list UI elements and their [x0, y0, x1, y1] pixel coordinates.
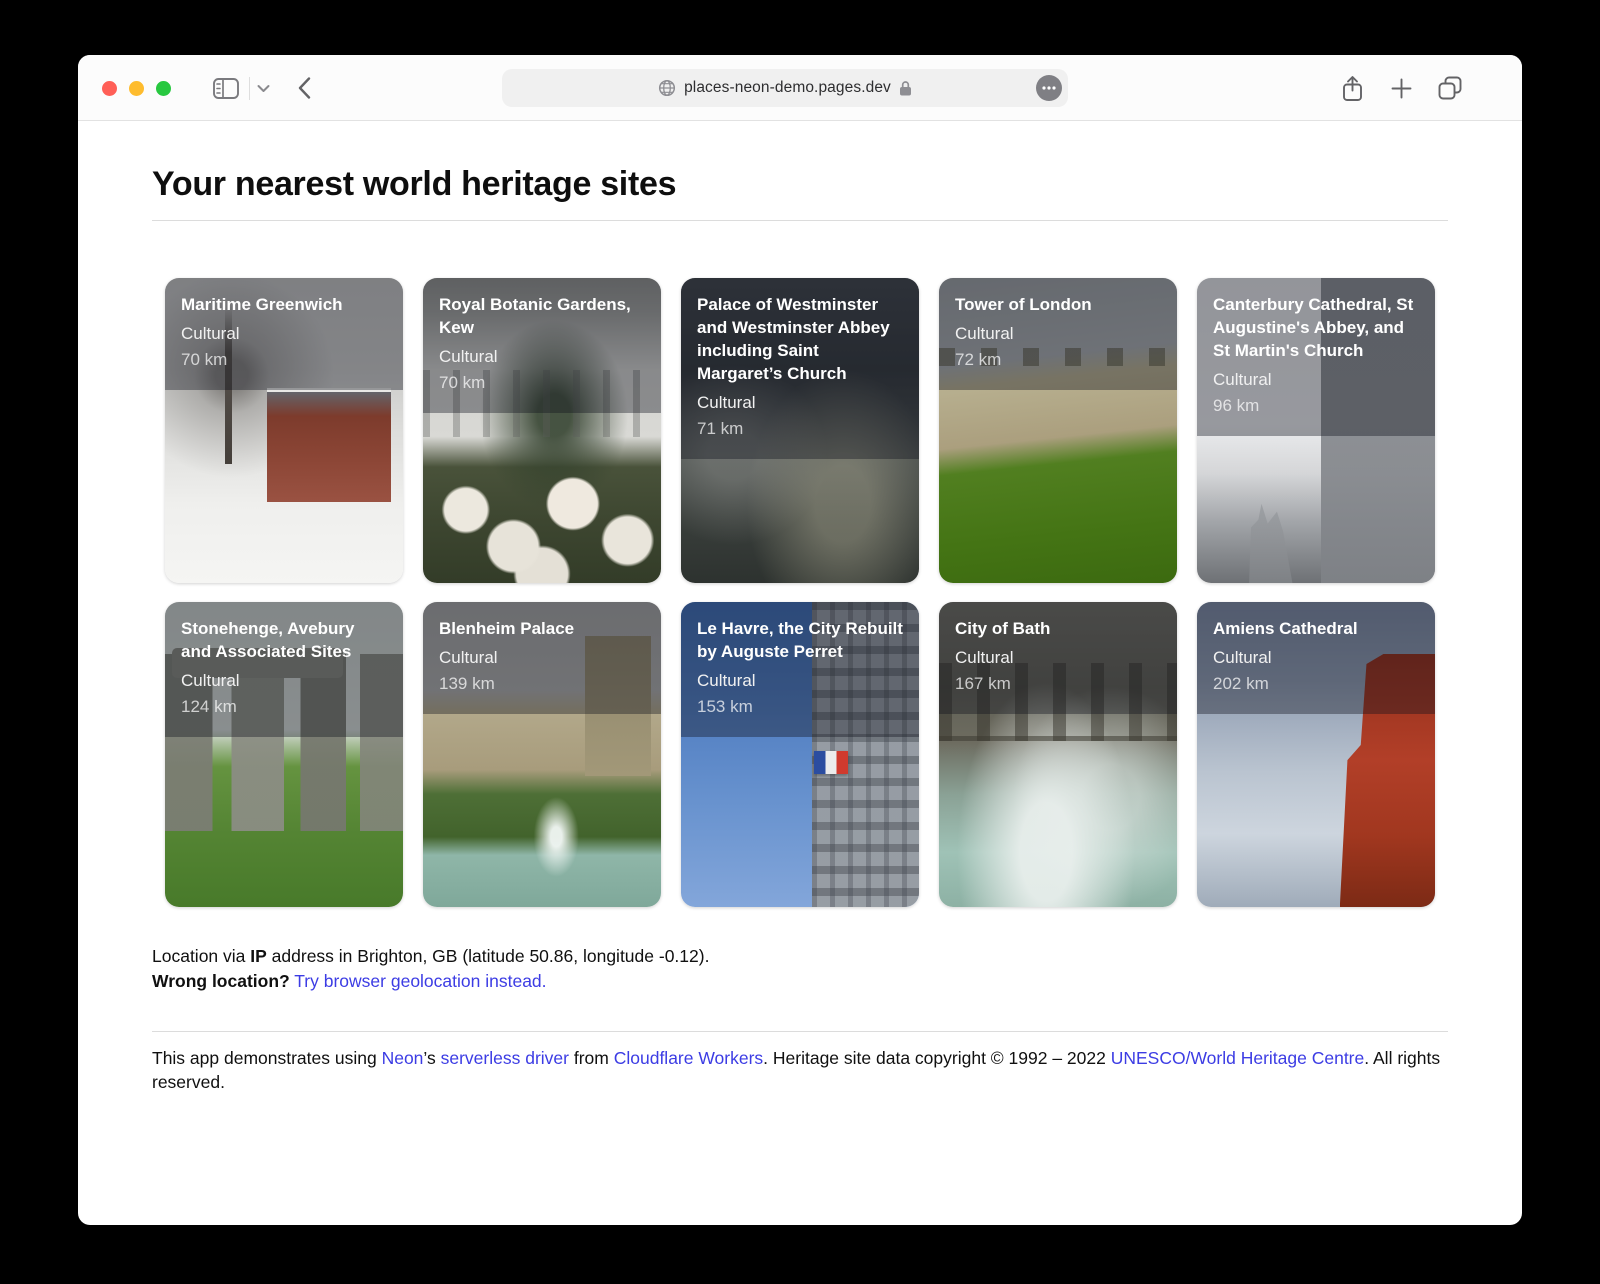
url-text: places-neon-demo.pages.dev [684, 79, 891, 97]
browser-window: places-neon-demo.pages.dev [78, 55, 1522, 1225]
heritage-card-maritime-greenwich[interactable]: Maritime Greenwich Cultural 70 km [165, 278, 403, 583]
back-button[interactable] [293, 55, 315, 121]
card-overlay: Maritime Greenwich Cultural 70 km [165, 278, 403, 390]
card-overlay: Tower of London Cultural 72 km [939, 278, 1177, 390]
site-distance: 139 km [439, 671, 645, 697]
site-title: Maritime Greenwich [181, 293, 387, 316]
sidebar-icon[interactable] [211, 55, 241, 121]
close-window-button[interactable] [102, 81, 117, 96]
site-category: Cultural [1213, 367, 1419, 393]
toolbar-divider [249, 77, 250, 100]
site-category: Cultural [1213, 645, 1419, 671]
tab-overview-button[interactable] [1435, 55, 1465, 121]
card-overlay: Stonehenge, Avebury and Associated Sites… [165, 602, 403, 737]
site-distance: 71 km [697, 416, 903, 442]
chevron-down-icon[interactable] [254, 55, 272, 121]
site-title: City of Bath [955, 617, 1161, 640]
heading-divider [152, 220, 1448, 221]
location-line-1: Location via IP address in Brighton, GB … [152, 946, 709, 966]
site-category: Cultural [955, 321, 1161, 347]
location-info: Location via IP address in Brighton, GB … [152, 944, 1448, 994]
site-title: Tower of London [955, 293, 1161, 316]
site-distance: 167 km [955, 671, 1161, 697]
site-distance: 202 km [1213, 671, 1419, 697]
site-title: Amiens Cathedral [1213, 617, 1419, 640]
heritage-card-city-of-bath[interactable]: City of Bath Cultural 167 km [939, 602, 1177, 907]
globe-icon [658, 79, 676, 97]
site-distance: 70 km [181, 347, 387, 373]
heritage-card-amiens-cathedral[interactable]: Amiens Cathedral Cultural 202 km [1197, 602, 1435, 907]
site-category: Cultural [955, 645, 1161, 671]
card-overlay: Palace of Westminster and Westminster Ab… [681, 278, 919, 459]
unesco-link[interactable]: UNESCO/World Heritage Centre [1111, 1048, 1365, 1068]
heritage-card-stonehenge[interactable]: Stonehenge, Avebury and Associated Sites… [165, 602, 403, 907]
heritage-card-kew-gardens[interactable]: Royal Botanic Gardens, Kew Cultural 70 k… [423, 278, 661, 583]
card-overlay: City of Bath Cultural 167 km [939, 602, 1177, 714]
site-title: Royal Botanic Gardens, Kew [439, 293, 645, 339]
heritage-card-le-havre[interactable]: Le Havre, the City Rebuilt by Auguste Pe… [681, 602, 919, 907]
site-category: Cultural [439, 645, 645, 671]
card-overlay: Canterbury Cathedral, St Augustine's Abb… [1197, 278, 1435, 436]
site-distance: 70 km [439, 370, 645, 396]
site-category: Cultural [181, 668, 387, 694]
site-distance: 72 km [955, 347, 1161, 373]
site-distance: 96 km [1213, 393, 1419, 419]
zoom-window-button[interactable] [156, 81, 171, 96]
browser-toolbar: places-neon-demo.pages.dev [78, 55, 1522, 121]
site-title: Le Havre, the City Rebuilt by Auguste Pe… [697, 617, 903, 663]
page-content: Your nearest world heritage sites Mariti… [78, 165, 1522, 1094]
address-bar[interactable]: places-neon-demo.pages.dev [502, 69, 1068, 107]
minimize-window-button[interactable] [129, 81, 144, 96]
card-overlay: Blenheim Palace Cultural 139 km [423, 602, 661, 714]
geolocation-link[interactable]: Try browser geolocation instead. [294, 971, 546, 991]
heritage-card-blenheim-palace[interactable]: Blenheim Palace Cultural 139 km [423, 602, 661, 907]
site-distance: 153 km [697, 694, 903, 720]
site-category: Cultural [697, 390, 903, 416]
footer-divider [152, 1031, 1448, 1032]
cloudflare-workers-link[interactable]: Cloudflare Workers [614, 1048, 763, 1068]
site-title: Palace of Westminster and Westminster Ab… [697, 293, 903, 385]
page-title: Your nearest world heritage sites [152, 165, 1448, 204]
site-category: Cultural [181, 321, 387, 347]
site-title: Blenheim Palace [439, 617, 645, 640]
site-title: Stonehenge, Avebury and Associated Sites [181, 617, 387, 663]
new-tab-button[interactable] [1388, 55, 1414, 121]
card-overlay: Le Havre, the City Rebuilt by Auguste Pe… [681, 602, 919, 737]
site-category: Cultural [439, 344, 645, 370]
site-title: Canterbury Cathedral, St Augustine's Abb… [1213, 293, 1419, 362]
window-controls [102, 81, 171, 96]
site-distance: 124 km [181, 694, 387, 720]
neon-link[interactable]: Neon [382, 1048, 424, 1068]
serverless-driver-link[interactable]: serverless driver [441, 1048, 569, 1068]
heritage-card-canterbury[interactable]: Canterbury Cathedral, St Augustine's Abb… [1197, 278, 1435, 583]
site-category: Cultural [697, 668, 903, 694]
card-overlay: Amiens Cathedral Cultural 202 km [1197, 602, 1435, 714]
footer-credits: This app demonstrates using Neon’s serve… [152, 1046, 1448, 1094]
heritage-card-grid: Maritime Greenwich Cultural 70 km Royal … [152, 278, 1448, 907]
ellipsis-icon [1042, 86, 1056, 90]
share-button[interactable] [1338, 55, 1366, 121]
page-settings-button[interactable] [1036, 75, 1062, 101]
heritage-card-westminster[interactable]: Palace of Westminster and Westminster Ab… [681, 278, 919, 583]
lock-icon [899, 80, 912, 96]
card-overlay: Royal Botanic Gardens, Kew Cultural 70 k… [423, 278, 661, 413]
wrong-location-label: Wrong location? [152, 971, 290, 991]
heritage-card-tower-of-london[interactable]: Tower of London Cultural 72 km [939, 278, 1177, 583]
